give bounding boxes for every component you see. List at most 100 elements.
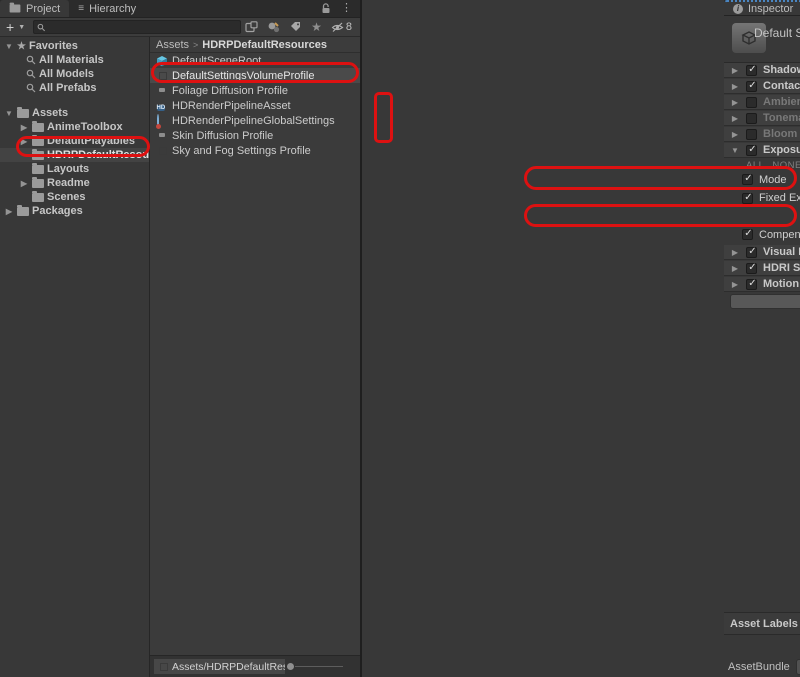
hidden-count-toggle[interactable]: 8 (331, 21, 352, 33)
thumbnail-zoom-slider-track[interactable] (295, 666, 343, 667)
override-checkbox[interactable] (746, 246, 758, 258)
override-row-motion-blur[interactable]: ▶ Motion Blur ?⋮ (724, 277, 800, 292)
folder-icon (32, 162, 44, 174)
foldout-icon[interactable]: ▶ (730, 114, 740, 123)
breadcrumb-current[interactable]: HDRPDefaultResources (202, 39, 327, 51)
foldout-icon[interactable]: ▶ (730, 82, 740, 91)
tree-item-hdrpdefaultresource[interactable]: HDRPDefaultResource (0, 148, 166, 162)
folder-icon (32, 120, 44, 132)
override-checkbox[interactable] (746, 96, 757, 108)
search-input[interactable] (48, 21, 238, 33)
all-button[interactable]: ALL (746, 160, 764, 171)
foldout-icon[interactable]: ▶ (730, 66, 740, 75)
override-name: Tonemapping (763, 112, 800, 124)
foldout-icon[interactable]: ▶ (730, 264, 740, 273)
add-asset-caret-icon[interactable]: ▼ (18, 24, 25, 31)
override-checkbox[interactable] (746, 262, 758, 274)
foldout-open-icon[interactable]: ▼ (4, 109, 14, 118)
tab-project[interactable]: Project (0, 0, 70, 17)
compensation-checkbox[interactable] (742, 228, 754, 240)
tree-item-defaultplayables[interactable]: ▶ DefaultPlayables (0, 134, 149, 148)
tree-item-animetoolbox[interactable]: ▶ AnimeToolbox (0, 120, 149, 134)
asset-row[interactable]: Sky and Fog Settings Profile (150, 143, 360, 158)
inspector-tabstrip: i Inspector ⋮ (724, 0, 800, 16)
tree-item-readme[interactable]: ▶ Readme (0, 176, 149, 190)
search-icon (26, 55, 36, 65)
tree-item-assets[interactable]: ▼ Assets (0, 106, 149, 120)
foldout-icon[interactable]: ▶ (19, 137, 29, 146)
tab-hierarchy[interactable]: ≡ Hierarchy (69, 0, 145, 17)
asset-row[interactable]: Skin Diffusion Profile (150, 128, 360, 143)
override-row-hdri-sky[interactable]: ▶ HDRI Sky ?⋮ (724, 261, 800, 276)
none-button[interactable]: NONE (772, 160, 800, 171)
tree-item-favorites[interactable]: ▼ ★ Favorites (0, 39, 149, 53)
override-name: Shadows (763, 64, 800, 76)
asset-name: HDRenderPipelineAsset (172, 99, 291, 112)
override-checkbox[interactable] (746, 80, 758, 92)
asset-row[interactable]: HDRenderPipelineGlobalSettings (150, 113, 360, 128)
folder-icon (32, 134, 44, 146)
foldout-icon[interactable]: ▶ (730, 280, 740, 289)
foldout-icon[interactable]: ▶ (19, 123, 29, 132)
override-row-contact-shadows[interactable]: ▶ Contact Shadows ?⋮ (724, 79, 800, 94)
search-icon (26, 83, 36, 93)
tree-item-all-materials[interactable]: All Materials (0, 53, 149, 67)
override-checkbox[interactable] (746, 144, 758, 156)
mode-checkbox[interactable] (742, 173, 754, 185)
foldout-icon[interactable]: ▶ (19, 179, 29, 188)
tree-label: DefaultPlayables (47, 135, 136, 147)
menu-icon[interactable]: ⋮ (341, 3, 352, 14)
override-checkbox[interactable] (746, 64, 758, 76)
foldout-icon[interactable]: ▶ (730, 130, 740, 139)
foldout-open-icon[interactable]: ▼ (730, 146, 740, 155)
thumbnail-zoom-slider-handle[interactable] (287, 663, 294, 670)
asset-row-selected[interactable]: DefaultSettingsVolumeProfile (150, 68, 360, 83)
search-box[interactable] (33, 20, 242, 34)
tree-item-scenes[interactable]: Scenes (0, 190, 149, 204)
breadcrumb: Assets > HDRPDefaultResources (150, 37, 360, 53)
override-row-shadows[interactable]: ▶ Shadows ?⋮ (724, 63, 800, 78)
assetbundle-dropdown[interactable]: None ▼ (796, 659, 800, 675)
inspector-panel: i Inspector ⋮ Default Settings Volume Pr… (362, 0, 800, 677)
asset-row[interactable]: HD HDRenderPipelineAsset (150, 98, 360, 113)
override-row-bloom[interactable]: ▶ Bloom ?⋮ (724, 127, 800, 142)
foldout-icon[interactable]: ▶ (730, 98, 740, 107)
tree-label: Assets (32, 107, 69, 119)
tree-item-all-prefabs[interactable]: All Prefabs (0, 81, 149, 95)
lock-icon[interactable] (321, 3, 331, 14)
tab-inspector[interactable]: i Inspector (724, 0, 800, 15)
foldout-icon[interactable]: ▶ (4, 207, 14, 216)
tree-item-layouts[interactable]: Layouts (0, 162, 149, 176)
override-row-ambient-occlusion[interactable]: ▶ Ambient Occlusion ?⋮ (724, 95, 800, 110)
favorite-filter-icon[interactable]: ★ (311, 20, 322, 34)
override-checkbox[interactable] (746, 112, 757, 124)
hidden-count: 8 (345, 21, 352, 33)
add-asset-button[interactable]: + (6, 20, 14, 34)
override-name: Bloom (763, 128, 798, 140)
asset-name: DefaultSettingsVolumeProfile (172, 69, 315, 82)
breadcrumb-root[interactable]: Assets (156, 39, 189, 51)
label-filter-icon[interactable] (290, 21, 302, 33)
asset-row[interactable]: Foliage Diffusion Profile (150, 83, 360, 98)
override-row-exposure[interactable]: ▼ Exposure ?⋮ (724, 143, 800, 158)
global-settings-icon (156, 113, 168, 128)
asset-row[interactable]: DefaultSceneRoot (150, 53, 360, 68)
asset-store-icon[interactable] (267, 21, 281, 34)
foldout-open-icon[interactable]: ▼ (4, 42, 14, 51)
project-toolbar: + ▼ ★ 8 (0, 18, 360, 37)
search-icon (37, 23, 46, 31)
tree-label: All Materials (39, 54, 104, 66)
override-row-tonemapping[interactable]: ▶ Tonemapping ?⋮ (724, 111, 800, 126)
foldout-icon[interactable]: ▶ (730, 248, 740, 257)
add-override-button[interactable]: Add Override (730, 294, 800, 309)
folder-icon (17, 106, 29, 118)
override-checkbox[interactable] (746, 278, 758, 290)
exposure-all-none: ALL NONE (724, 159, 800, 171)
override-checkbox[interactable] (746, 128, 757, 140)
tree-item-all-models[interactable]: All Models (0, 67, 149, 81)
search-in-window-icon[interactable] (245, 21, 258, 33)
fixed-exposure-checkbox[interactable] (742, 192, 754, 204)
override-row-visual-environment[interactable]: ▶ Visual Environment ?⋮ (724, 245, 800, 260)
tree-item-packages[interactable]: ▶ Packages (0, 204, 149, 218)
asset-labels-header[interactable]: Asset Labels (724, 613, 800, 635)
